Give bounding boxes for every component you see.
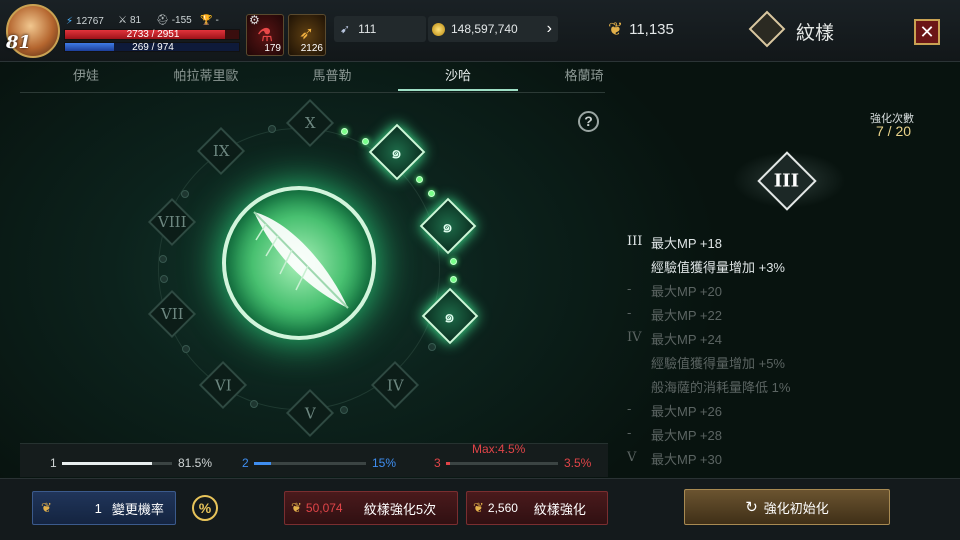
bonus-row: 經驗值獲得量增加 +5% — [651, 356, 785, 371]
percent-icon: % — [198, 500, 212, 516]
laurel-crest-icon: ❦ — [291, 500, 302, 515]
feather-icon: ➹ — [340, 22, 351, 36]
laurel-crest-icon: ❦ — [608, 18, 624, 39]
bonus-row: III 最大MP +18 — [627, 234, 722, 251]
bonus-row: V 最大MP +30 — [627, 450, 722, 467]
change-rate-button[interactable]: ❦ 1 變更機率 — [32, 491, 176, 525]
rate-bar-3 — [446, 462, 558, 465]
path-dot — [181, 190, 189, 198]
path-dot-active — [428, 190, 435, 197]
path-dot-active — [416, 176, 423, 183]
rate-value-1: 81.5% — [178, 456, 213, 470]
bonus-row: IV 最大MP +24 — [627, 330, 722, 347]
player-level: 81 — [6, 32, 32, 53]
feather-currency: ➹ 111 — [334, 16, 426, 42]
rate-index-3: 3 — [434, 456, 441, 470]
gold-currency: 148,597,740 › — [428, 16, 558, 42]
path-dot — [160, 275, 168, 283]
trophy-stat: 🏆 - — [200, 15, 219, 26]
path-dot — [182, 345, 190, 353]
mp-text: 269 / 974 — [132, 42, 174, 53]
emblem-tabs: 伊娃 帕拉蒂里歐 馬普勒 沙哈 格蘭琦 — [20, 63, 605, 93]
hp-bar: 2733 / 2951 — [64, 29, 240, 40]
sword-icon: ⚔ — [118, 15, 127, 26]
swirl-icon: ๑ — [444, 306, 456, 327]
tab-shaha[interactable]: 沙哈 — [398, 63, 518, 91]
defense-stat: ⛑ -155 — [156, 15, 192, 26]
percent-toggle-button[interactable]: % — [192, 495, 218, 521]
enhance-button[interactable]: ❦ 2,560 紋樣強化 — [466, 491, 608, 525]
mp-bar: 269 / 974 — [64, 42, 240, 53]
feather-icon — [253, 211, 349, 309]
bonus-row: - 最大MP +20 — [627, 282, 722, 299]
tab-eva[interactable]: 伊娃 — [26, 63, 146, 89]
path-dot — [159, 255, 167, 263]
emblem-core — [222, 186, 376, 340]
enhance-5x-button[interactable]: ❦ 50,074 紋樣強化5次 — [284, 491, 458, 525]
question-mark-icon: ? — [584, 113, 593, 129]
horn-icon: ➶ — [299, 23, 315, 43]
path-dot — [428, 343, 436, 351]
power-icon: ⚡ — [66, 16, 74, 27]
helmet-icon: ⛑ — [156, 15, 169, 26]
hp-text: 2733 / 2951 — [126, 29, 180, 40]
bonus-row: 經驗值獲得量增加 +3% — [651, 260, 785, 275]
bonus-row: - 最大MP +26 — [627, 402, 722, 419]
rate-bar-1 — [62, 462, 172, 465]
tab-maple[interactable]: 馬普勒 — [272, 63, 392, 89]
help-button[interactable]: ? — [578, 111, 599, 132]
laurel-crest-icon: ❦ — [41, 500, 52, 515]
tab-paladium[interactable]: 帕拉蒂里歐 — [146, 63, 266, 89]
reset-enhance-button[interactable]: ↻ 強化初始化 — [684, 489, 890, 525]
rate-index-1: 1 — [50, 456, 57, 470]
laurel-crest-icon: ❦ — [473, 500, 484, 515]
rate-index-2: 2 — [242, 456, 249, 470]
top-bar: 81 ⚡ 12767 ⚔ 81 ⛑ -155 🏆 - 2733 / 2951 269 /… — [0, 0, 960, 62]
enhance-count-value: 7 / 20 — [876, 123, 912, 139]
close-icon: ✕ — [919, 22, 935, 42]
power-stat: ⚡ 12767 — [66, 16, 104, 27]
page-title: 紋樣 — [796, 23, 835, 44]
swirl-icon: ๑ — [391, 142, 403, 163]
bonus-row: - 最大MP +22 — [627, 306, 722, 323]
path-dot-active — [450, 276, 457, 283]
path-dot — [340, 406, 348, 414]
path-dot-active — [341, 128, 348, 135]
rate-value-2: 15% — [372, 456, 397, 470]
potion-slot[interactable]: ⚙ ⚗ 179 — [246, 13, 284, 56]
tab-grandchi[interactable]: 格蘭琦 — [524, 63, 644, 89]
bonus-row: 般海薩的消耗量降低 1% — [651, 380, 791, 395]
probability-row: 1 81.5% 2 15% Max:4.5% 3 3.5% — [20, 442, 608, 477]
title-emblem-icon — [748, 10, 786, 48]
horn-slot[interactable]: ➶ 2126 — [288, 14, 326, 56]
rate-value-3: 3.5% — [564, 456, 592, 470]
path-dot-active — [450, 258, 457, 265]
rate-max-label: Max:4.5% — [472, 442, 526, 456]
game-screen: 81 ⚡ 12767 ⚔ 81 ⛑ -155 🏆 - 2733 / 2951 269 /… — [0, 0, 960, 540]
chevron-right-icon[interactable]: › — [547, 20, 552, 38]
crest-currency: ❦ 11,135 — [608, 18, 674, 39]
trophy-icon: 🏆 — [200, 15, 213, 26]
bonus-row: - 最大MP +28 — [627, 426, 722, 443]
path-dot-active — [362, 138, 369, 145]
rate-bar-2 — [254, 462, 366, 465]
bottom-bar: ❦ 1 變更機率 % ❦ 50,074 紋樣強化5次 ❦ 2,560 紋樣強化 … — [0, 478, 960, 540]
attack-stat: ⚔ 81 — [118, 15, 142, 26]
path-dot — [250, 400, 258, 408]
refresh-icon: ↻ — [745, 499, 758, 516]
path-dot — [268, 125, 276, 133]
swirl-icon: ๑ — [442, 216, 454, 237]
close-button[interactable]: ✕ — [914, 19, 940, 45]
gold-coin-icon — [432, 22, 445, 36]
